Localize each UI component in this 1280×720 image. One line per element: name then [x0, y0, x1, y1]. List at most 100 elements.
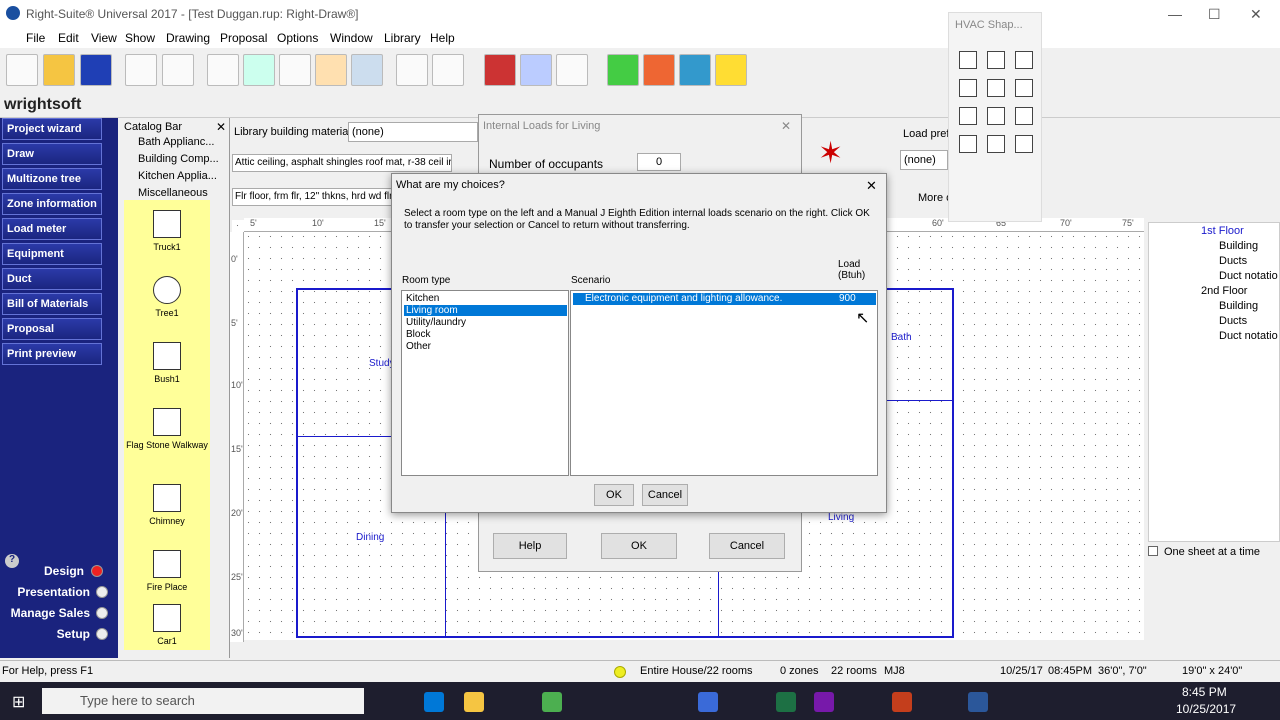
menu-options[interactable]: Options	[277, 31, 318, 45]
nav-print-preview[interactable]: Print preview	[2, 343, 102, 365]
hand-icon[interactable]	[556, 54, 588, 86]
internal-loads-close-icon[interactable]: ✕	[781, 119, 791, 133]
mode-setup[interactable]: Setup	[57, 627, 90, 641]
windows-start-icon[interactable]: ⊞	[12, 692, 25, 712]
nav-draw[interactable]: Draw	[2, 143, 102, 165]
duct-icon[interactable]	[520, 54, 552, 86]
manage-sales-radio[interactable]	[96, 607, 108, 619]
excel-icon[interactable]	[776, 692, 796, 712]
tree-floor1[interactable]: 1st Floor	[1201, 225, 1244, 237]
room-shape2-icon[interactable]	[1015, 51, 1033, 69]
close-icon[interactable]: ✕	[1250, 6, 1262, 23]
tree-building[interactable]: Building	[1219, 240, 1258, 252]
room-type-list[interactable]: Kitchen Living room Utility/laundry Bloc…	[401, 290, 569, 476]
room-type-item[interactable]: Utility/laundry	[404, 317, 468, 328]
open-folder-icon[interactable]	[43, 54, 75, 86]
scenario-list[interactable]: Electronic equipment and lighting allowa…	[570, 290, 878, 476]
room-type-item[interactable]: Kitchen	[404, 293, 441, 304]
chart-icon[interactable]	[643, 54, 675, 86]
gear-icon[interactable]	[715, 54, 747, 86]
onenote-icon[interactable]	[814, 692, 834, 712]
zoom-out-icon[interactable]	[432, 54, 464, 86]
door-shape-icon[interactable]	[987, 79, 1005, 97]
tool-icon[interactable]	[207, 54, 239, 86]
tag-shape-icon[interactable]	[1015, 135, 1033, 153]
library-select[interactable]: (none)	[348, 122, 478, 142]
tree-duct-notation[interactable]: Duct notatio	[1219, 270, 1278, 282]
menu-show[interactable]: Show	[125, 31, 155, 45]
floor-material-field[interactable]: Flr floor, frm flr, 12" thkns, hrd wd fl…	[232, 188, 392, 206]
minimize-icon[interactable]: —	[1168, 6, 1182, 22]
one-sheet-checkbox[interactable]	[1148, 546, 1158, 556]
nav-load-meter[interactable]: Load meter	[2, 218, 102, 240]
help-button[interactable]: Help	[493, 533, 567, 559]
symbol-car1[interactable]: Car1	[124, 604, 210, 646]
wall2-shape-icon[interactable]	[1015, 107, 1033, 125]
room-shape-icon[interactable]	[987, 51, 1005, 69]
presentation-radio[interactable]	[96, 586, 108, 598]
dialog-ok-button[interactable]: OK	[594, 484, 634, 506]
rightsuite-icon[interactable]	[698, 692, 718, 712]
tree-ducts[interactable]: Ducts	[1219, 255, 1247, 267]
mode-manage-sales[interactable]: Manage Sales	[11, 606, 90, 620]
grid-shape-icon[interactable]	[987, 107, 1005, 125]
catalog-close-icon[interactable]: ✕	[216, 120, 226, 134]
tool3-icon[interactable]	[351, 54, 383, 86]
symbol-flag-stone[interactable]: Flag Stone Walkway	[124, 408, 210, 450]
nav-duct[interactable]: Duct	[2, 268, 102, 290]
menu-window[interactable]: Window	[330, 31, 373, 45]
setup-radio[interactable]	[96, 628, 108, 640]
menu-file[interactable]: File	[26, 31, 45, 45]
save-icon[interactable]	[80, 54, 112, 86]
tree-duct-notation[interactable]: Duct notatio	[1219, 330, 1278, 342]
pointer-icon[interactable]	[959, 51, 977, 69]
tree-building[interactable]: Building	[1219, 300, 1258, 312]
scenario-row-selected[interactable]: Electronic equipment and lighting allowa…	[573, 293, 876, 305]
powerpoint-icon[interactable]	[892, 692, 912, 712]
globe-icon[interactable]	[679, 54, 711, 86]
catalog-item[interactable]: Bath Applianc...	[138, 136, 214, 148]
menu-view[interactable]: View	[91, 31, 117, 45]
ok-button[interactable]: OK	[601, 533, 677, 559]
report-icon[interactable]	[607, 54, 639, 86]
shape-icon[interactable]	[959, 107, 977, 125]
menu-drawing[interactable]: Drawing	[166, 31, 210, 45]
nav-bill-of-materials[interactable]: Bill of Materials	[2, 293, 102, 315]
chrome-icon[interactable]	[542, 692, 562, 712]
tool2-icon[interactable]	[315, 54, 347, 86]
symbol-chimney[interactable]: Chimney	[124, 484, 210, 526]
tree-ducts[interactable]: Ducts	[1219, 315, 1247, 327]
menu-edit[interactable]: Edit	[58, 31, 79, 45]
zoom-in-icon[interactable]	[396, 54, 428, 86]
catalog-item[interactable]: Building Comp...	[138, 153, 219, 165]
maximize-icon[interactable]: ☐	[1208, 6, 1221, 23]
nav-proposal[interactable]: Proposal	[2, 318, 102, 340]
nav-multizone-tree[interactable]: Multizone tree	[2, 168, 102, 190]
symbol-truck1[interactable]: Truck1	[124, 210, 210, 252]
menu-library[interactable]: Library	[384, 31, 421, 45]
dialog-cancel-button[interactable]: Cancel	[642, 484, 688, 506]
taskbar-search[interactable]: Type here to search	[42, 688, 364, 714]
mode-presentation[interactable]: Presentation	[17, 585, 90, 599]
symbol-tree1[interactable]: Tree1	[124, 276, 210, 318]
explorer-icon[interactable]	[464, 692, 484, 712]
load-pref-select[interactable]: (none)	[900, 150, 948, 170]
equipment-icon[interactable]	[484, 54, 516, 86]
preview-icon[interactable]	[162, 54, 194, 86]
edge-icon[interactable]	[424, 692, 444, 712]
menu-help[interactable]: Help	[430, 31, 455, 45]
wall-shape-icon[interactable]	[1015, 79, 1033, 97]
nav-project-wizard[interactable]: Project wizard	[2, 118, 102, 140]
nav-zone-information[interactable]: Zone information	[2, 193, 102, 215]
symbol-bush1[interactable]: Bush1	[124, 342, 210, 384]
mode-design[interactable]: Design	[44, 564, 84, 578]
building-icon[interactable]	[243, 54, 275, 86]
occupants-field[interactable]: 0	[637, 153, 681, 171]
dialog-close-icon[interactable]: ✕	[866, 178, 877, 194]
cancel-button[interactable]: Cancel	[709, 533, 785, 559]
symbol-fire-place[interactable]: Fire Place	[124, 550, 210, 592]
house-icon[interactable]	[279, 54, 311, 86]
room-type-item-selected[interactable]: Living room	[404, 305, 567, 316]
room-type-item[interactable]: Block	[404, 329, 432, 340]
tree-floor2[interactable]: 2nd Floor	[1201, 285, 1247, 297]
